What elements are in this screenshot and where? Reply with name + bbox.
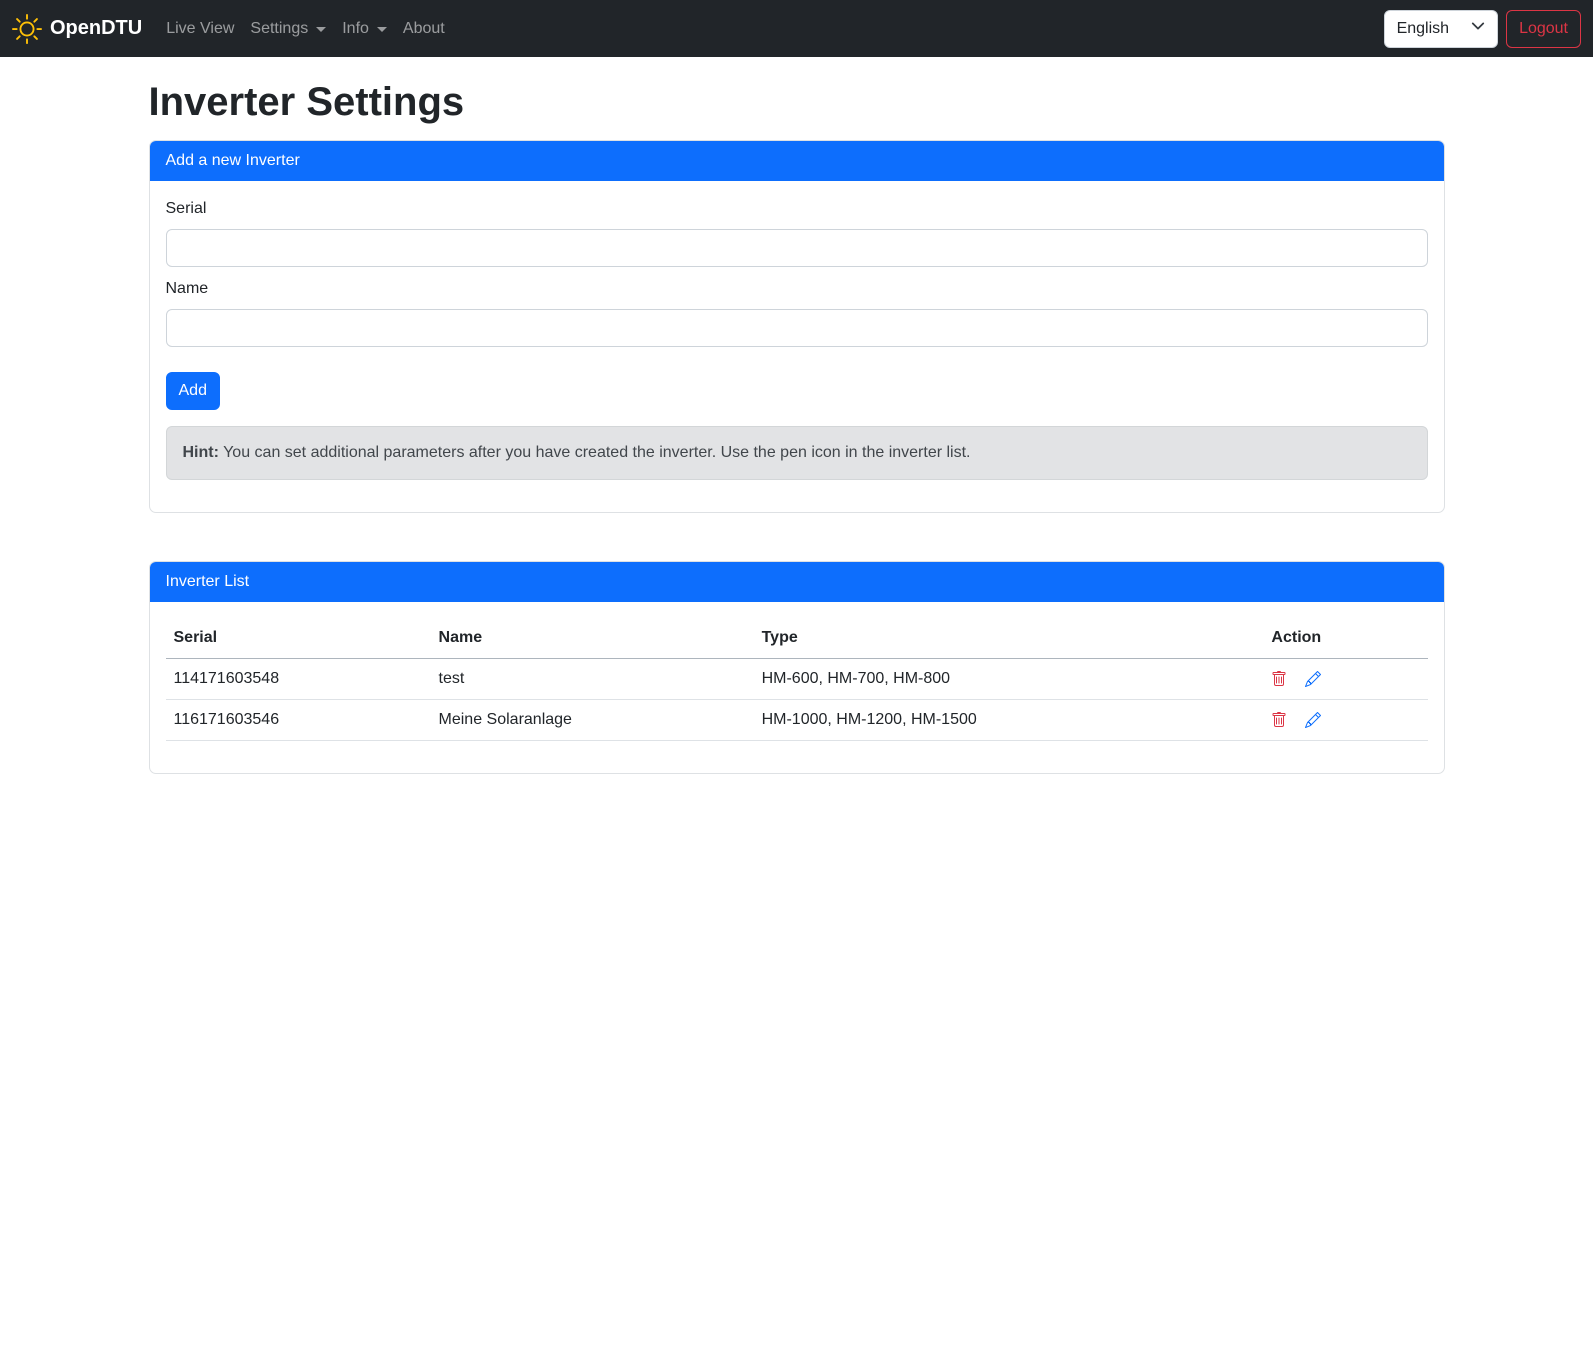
cell-action <box>1263 700 1427 741</box>
serial-form-group: Serial <box>166 197 1428 267</box>
table-row: 116171603546 Meine Solaranlage HM-1000, … <box>166 700 1428 741</box>
pencil-icon <box>1305 674 1321 691</box>
add-inverter-card-header: Add a new Inverter <box>150 141 1444 181</box>
column-header-serial: Serial <box>166 618 431 659</box>
hint-alert: Hint: You can set additional parameters … <box>166 426 1428 480</box>
navbar: OpenDTU Live View Settings Info About En… <box>0 0 1593 57</box>
name-form-group: Name <box>166 277 1428 347</box>
nav-item-label: Info <box>342 17 369 41</box>
cell-name: test <box>431 659 754 700</box>
edit-inverter-button[interactable] <box>1305 712 1321 728</box>
nav-item-live-view[interactable]: Live View <box>158 9 242 49</box>
nav-item-label: About <box>403 17 445 41</box>
edit-inverter-button[interactable] <box>1305 671 1321 687</box>
nav-item-label: Settings <box>250 17 308 41</box>
hint-text: You can set additional parameters after … <box>219 444 971 461</box>
add-inverter-card-body: Serial Name Add Hint: You can set additi… <box>150 181 1444 512</box>
cell-type: HM-600, HM-700, HM-800 <box>754 659 1264 700</box>
serial-input[interactable] <box>166 229 1428 267</box>
table-row: 114171603548 test HM-600, HM-700, HM-800 <box>166 659 1428 700</box>
add-inverter-card: Add a new Inverter Serial Name Add Hint:… <box>149 140 1445 513</box>
cell-name: Meine Solaranlage <box>431 700 754 741</box>
inverter-table: Serial Name Type Action 114171603548 tes… <box>166 618 1428 741</box>
inverter-list-card: Inverter List Serial Name Type Action <box>149 561 1445 774</box>
trash-icon <box>1271 674 1287 691</box>
nav-item-settings[interactable]: Settings <box>242 9 334 49</box>
caret-down-icon <box>316 27 326 32</box>
inverter-table-head: Serial Name Type Action <box>166 618 1428 659</box>
hint-label: Hint: <box>183 444 219 461</box>
column-header-type: Type <box>754 618 1264 659</box>
inverter-list-card-header: Inverter List <box>150 562 1444 602</box>
cell-serial: 116171603546 <box>166 700 431 741</box>
language-select-value: English <box>1397 17 1449 41</box>
cell-serial: 114171603548 <box>166 659 431 700</box>
sun-icon <box>12 14 42 44</box>
logout-button[interactable]: Logout <box>1506 10 1581 48</box>
navbar-left: OpenDTU Live View Settings Info About <box>12 9 453 49</box>
serial-label: Serial <box>166 197 207 221</box>
chevron-down-icon <box>1471 17 1485 41</box>
name-label: Name <box>166 277 209 301</box>
delete-inverter-button[interactable] <box>1271 712 1287 728</box>
nav-item-label: Live View <box>166 17 234 41</box>
column-header-action: Action <box>1263 618 1427 659</box>
nav-item-about[interactable]: About <box>395 9 453 49</box>
inverter-list-card-body: Serial Name Type Action 114171603548 tes… <box>150 602 1444 773</box>
pencil-icon <box>1305 715 1321 732</box>
name-input[interactable] <box>166 309 1428 347</box>
delete-inverter-button[interactable] <box>1271 671 1287 687</box>
trash-icon <box>1271 715 1287 732</box>
cell-action <box>1263 659 1427 700</box>
caret-down-icon <box>377 27 387 32</box>
column-header-name: Name <box>431 618 754 659</box>
cell-type: HM-1000, HM-1200, HM-1500 <box>754 700 1264 741</box>
page-title: Inverter Settings <box>149 78 1445 126</box>
brand-label: OpenDTU <box>50 17 142 40</box>
nav-item-info[interactable]: Info <box>334 9 395 49</box>
header-row: Serial Name Type Action <box>166 618 1428 659</box>
add-button[interactable]: Add <box>166 372 220 410</box>
brand-link[interactable]: OpenDTU <box>12 14 142 44</box>
main-content: Inverter Settings Add a new Inverter Ser… <box>149 57 1445 774</box>
inverter-table-body: 114171603548 test HM-600, HM-700, HM-800 <box>166 659 1428 741</box>
navbar-right: English Logout <box>1384 10 1581 48</box>
language-select[interactable]: English <box>1384 10 1498 48</box>
